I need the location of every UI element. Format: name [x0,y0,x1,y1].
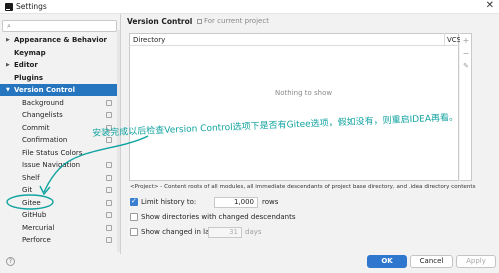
sidebar-item-label: Gitee [22,198,41,207]
limit-history-checkbox[interactable] [130,197,138,206]
search-icon: ⌕ [7,22,11,30]
scope-label: For current project [197,17,269,25]
limit-history-label: Limit history to: [141,198,197,206]
sidebar-item-label: Background [22,98,64,107]
sidebar-item-label: Confirmation [22,136,68,144]
column-header-vcs[interactable]: VCS [447,36,461,44]
window-title: Settings [16,2,47,11]
ok-button[interactable]: OK [367,255,407,268]
close-icon[interactable]: ✕ [486,0,494,11]
show-directories-label: Show directories with changed descendant… [141,213,296,221]
column-header-directory[interactable]: Directory [133,36,165,44]
help-icon[interactable]: ? [6,257,15,266]
sidebar-item-version-control[interactable]: ▼ Version Control [0,84,118,96]
sidebar-item-label: Appearance & Behavior [14,36,107,44]
project-scope-icon [106,99,112,106]
project-scope-icon [197,18,202,24]
sidebar-item-plugins[interactable]: Plugins [0,72,118,84]
cancel-button[interactable]: Cancel [410,255,453,268]
sidebar-item-label: Git [22,186,33,194]
intellij-app-icon [5,3,13,11]
show-changed-label: Show changed in last [141,228,216,236]
sidebar-item-issue-navigation[interactable]: Issue Navigation [0,159,118,171]
changed-days-input[interactable]: 31 [208,227,242,238]
sidebar-item-mercurial[interactable]: Mercurial [0,222,118,234]
sidebar-item-changelists[interactable]: Changelists [0,109,118,121]
history-rows-input[interactable]: 1,000 [214,197,258,208]
project-scope-icon [106,212,112,218]
rows-unit-label: rows [262,198,279,206]
chevron-right-icon[interactable]: ▶ [6,59,10,71]
sidebar-item-label: Keymap [14,48,46,57]
settings-search-input[interactable]: ⌕ [2,20,117,32]
sidebar-item-label: Commit [22,123,50,132]
days-unit-label: days [245,228,262,236]
sidebar-scrollbar[interactable] [117,30,120,252]
apply-button[interactable]: Apply [456,255,496,268]
project-scope-icon [106,174,112,181]
title-bar [0,0,499,14]
add-icon[interactable]: + [461,36,471,45]
sidebar-item-appearance-behavior[interactable]: ▶ Appearance & Behavior [0,34,118,46]
sidebar-item-gitee[interactable]: Gitee [0,197,118,209]
page-title: Version Control [127,17,193,26]
sidebar-item-label: Mercurial [22,223,55,232]
sidebar-item-git[interactable]: Git [0,184,118,196]
project-scope-icon [106,237,112,243]
sidebar-item-label: File Status Colors [22,148,83,157]
sidebar-item-github[interactable]: GitHub [0,209,118,221]
sidebar-item-keymap[interactable]: Keymap [0,47,118,59]
sidebar-item-label: Changelists [22,111,63,119]
sidebar-item-label: Plugins [14,73,44,82]
project-scope-icon [106,187,112,193]
project-scope-icon [106,224,112,231]
show-directories-checkbox[interactable] [130,213,138,221]
sidebar-item-background[interactable]: Background [0,97,118,109]
sidebar-item-label: Issue Navigation [22,161,81,169]
project-scope-icon [106,112,112,118]
sidebar-item-label: GitHub [22,211,47,219]
sidebar-item-label: Shelf [22,173,40,182]
sidebar-item-file-status-colors[interactable]: File Status Colors [0,147,118,159]
chevron-right-icon[interactable]: ▶ [6,34,10,46]
empty-table-text: Nothing to show [275,89,333,97]
content-roots-note: <Project> - Content roots of all modules… [130,184,476,190]
remove-icon[interactable]: − [461,49,471,58]
header-divider [129,45,459,46]
project-scope-icon [106,199,112,206]
sidebar-item-label: Perforce [22,236,51,244]
sidebar-item-label: Editor [14,61,38,69]
chevron-down-icon[interactable]: ▼ [6,84,10,96]
sidebar-item-label: Version Control [14,86,75,94]
sidebar-item-shelf[interactable]: Shelf [0,172,118,184]
show-changed-checkbox[interactable] [130,228,138,236]
column-divider [444,33,445,45]
edit-icon[interactable]: ✎ [461,62,471,70]
project-scope-icon [106,162,112,168]
sidebar-item-perforce[interactable]: Perforce [0,234,118,246]
vcs-mappings-table[interactable] [129,33,459,181]
sidebar-item-editor[interactable]: ▶ Editor [0,59,118,71]
